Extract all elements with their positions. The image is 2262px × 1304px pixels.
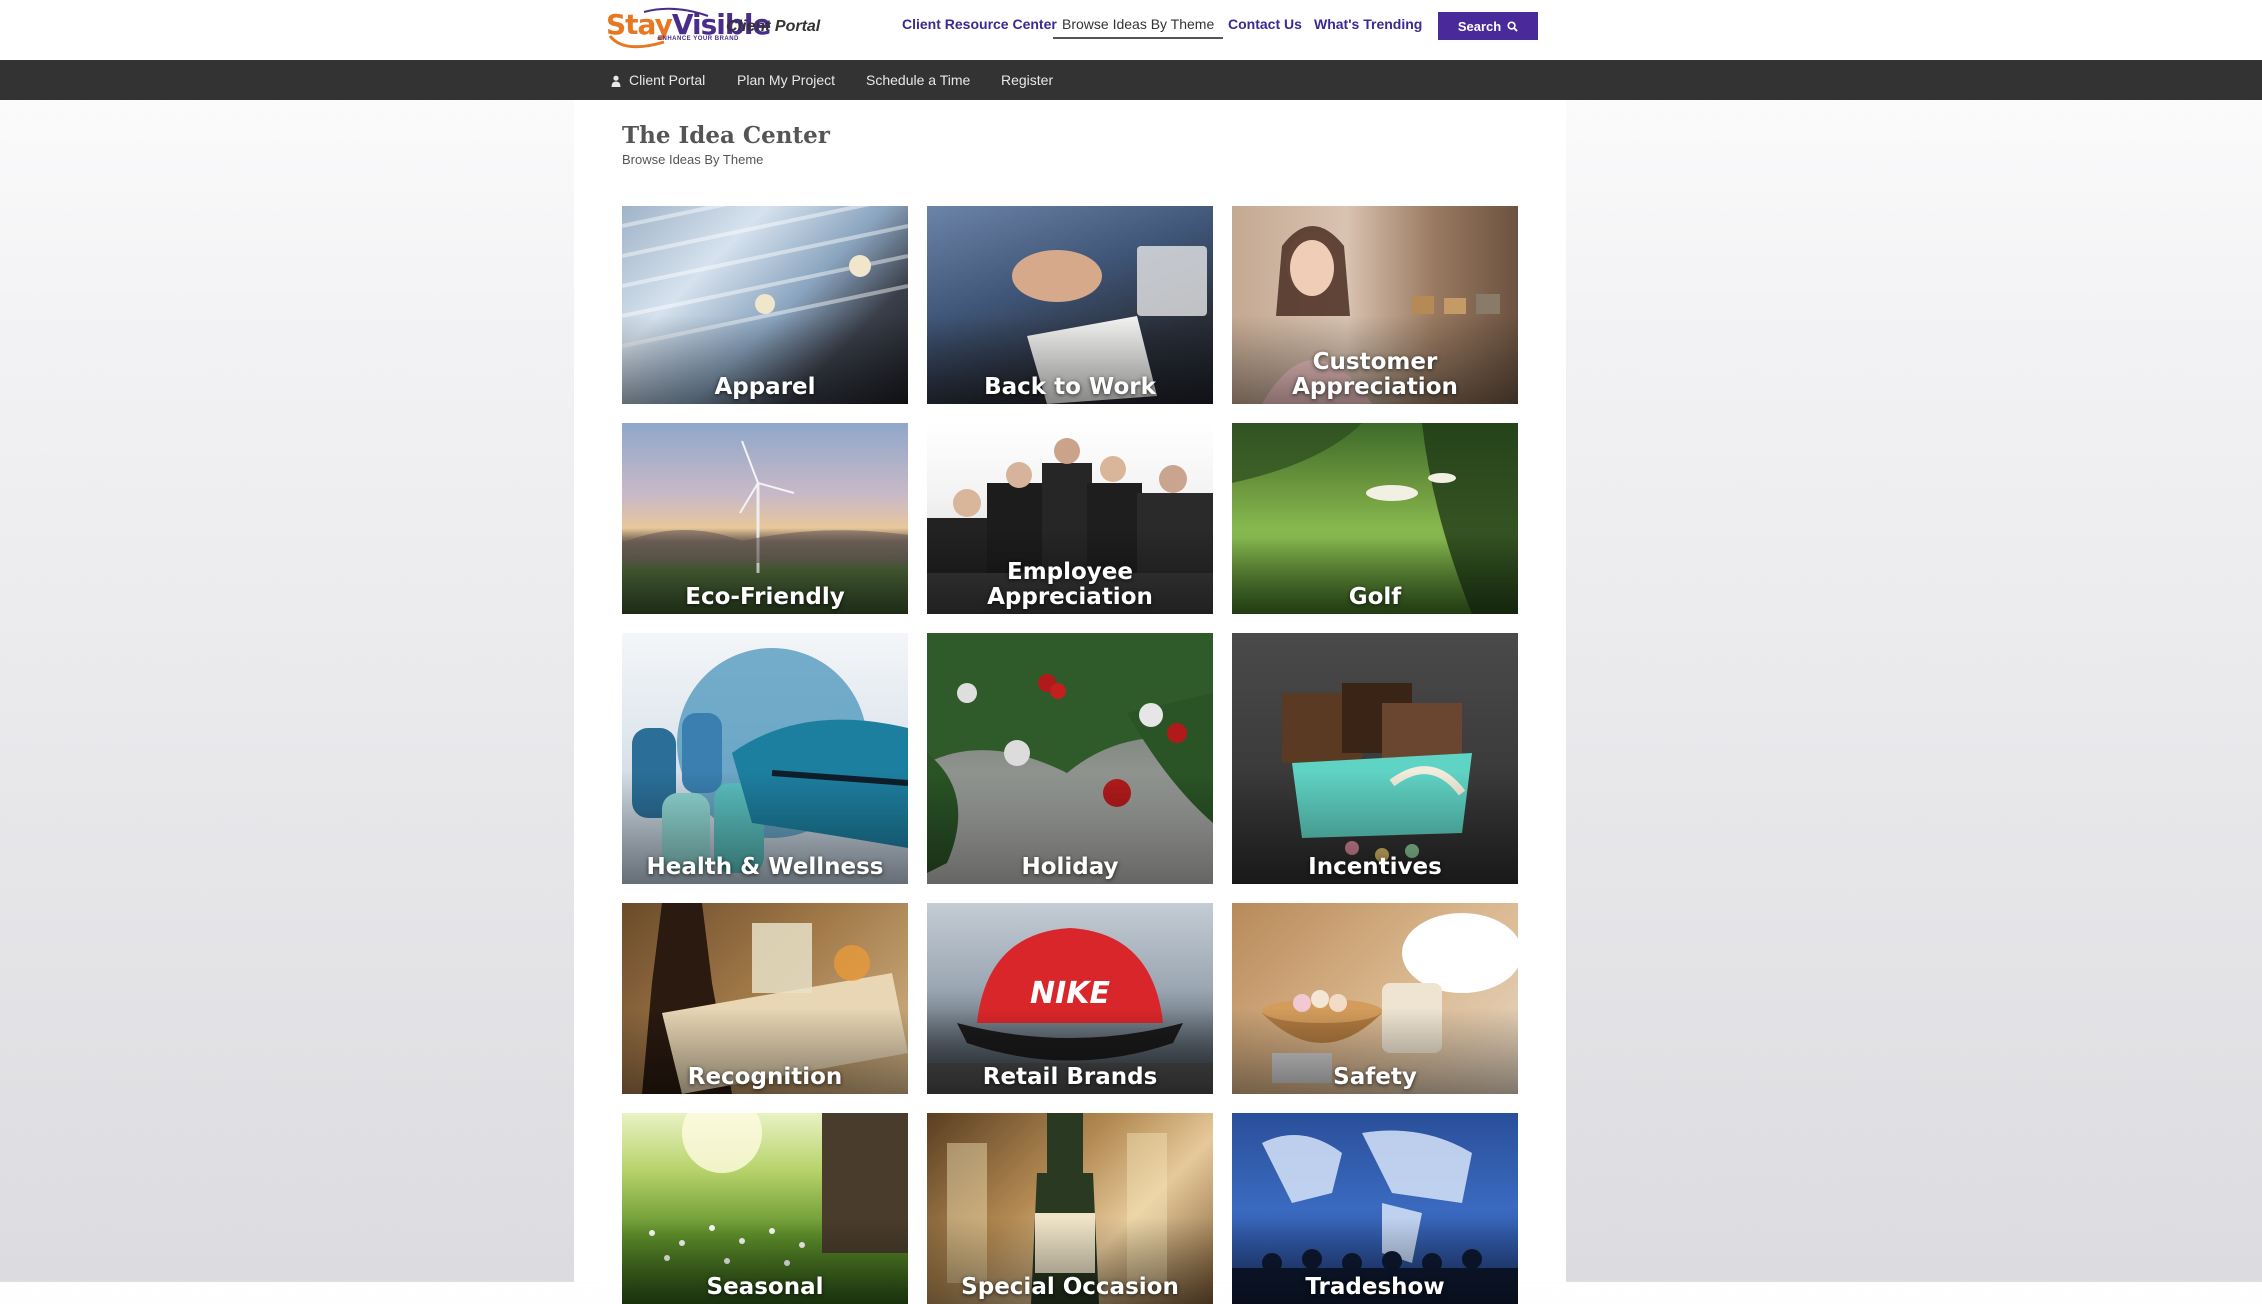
portal-label: Client Portal xyxy=(726,18,821,35)
svg-text:NIKE: NIKE xyxy=(1030,976,1111,1011)
theme-tile-eco-friendly[interactable]: Eco-Friendly xyxy=(622,423,908,614)
tile-label: Safety xyxy=(1232,1065,1518,1090)
tile-label: Apparel xyxy=(622,375,908,400)
subnav-plan-my-project[interactable]: Plan My Project xyxy=(737,72,835,88)
tile-label: Eco-Friendly xyxy=(622,585,908,610)
search-button[interactable]: Search xyxy=(1438,12,1538,40)
tile-label: Holiday xyxy=(927,855,1213,880)
tile-label-line1: Recognition xyxy=(687,1064,843,1090)
subnav-client-portal[interactable]: Client Portal xyxy=(629,72,705,88)
tile-label-line1: Employee xyxy=(1006,559,1134,585)
nav-client-resource-center[interactable]: Client Resource Center xyxy=(902,16,1057,32)
tile-label-line1: Back to Work xyxy=(984,374,1156,400)
tile-label-line1: Tradeshow xyxy=(1305,1274,1445,1300)
nav-whats-trending[interactable]: What's Trending xyxy=(1314,16,1422,32)
secondary-nav: Client Portal Plan My Project Schedule a… xyxy=(0,60,2262,100)
subnav-register[interactable]: Register xyxy=(1001,72,1053,88)
theme-tile-holiday[interactable]: Holiday xyxy=(927,633,1213,884)
tile-label-line1: Apparel xyxy=(714,374,816,400)
user-icon xyxy=(611,75,621,87)
tile-label-line1: Safety xyxy=(1333,1064,1417,1090)
tile-label: Customer Appreciation xyxy=(1232,350,1518,400)
tile-label-line1: Golf xyxy=(1348,584,1402,610)
search-button-label: Search xyxy=(1457,18,1502,34)
theme-tile-customer-appreciation[interactable]: Customer Appreciation xyxy=(1232,206,1518,404)
theme-tile-seasonal[interactable]: Seasonal xyxy=(622,1113,908,1304)
theme-tile-recognition[interactable]: Recognition xyxy=(622,903,908,1094)
theme-tile-health-wellness[interactable]: Health & Wellness xyxy=(622,633,908,884)
tile-label-line1: Eco-Friendly xyxy=(685,584,845,610)
theme-tile-tradeshow[interactable]: Tradeshow xyxy=(1232,1113,1518,1304)
tile-label-line1: Retail Brands xyxy=(982,1064,1158,1090)
nav-browse-ideas-by-theme[interactable]: Browse Ideas By Theme xyxy=(1053,16,1224,39)
search-icon xyxy=(1507,20,1518,32)
tile-label-line2: Appreciation xyxy=(1292,374,1458,400)
tile-label-line1: Incentives xyxy=(1308,854,1442,880)
theme-tile-special-occasion[interactable]: Special Occasion xyxy=(927,1113,1213,1304)
theme-tile-safety[interactable]: Safety xyxy=(1232,903,1518,1094)
tile-label: Tradeshow xyxy=(1232,1275,1518,1300)
tile-label: Back to Work xyxy=(927,375,1213,400)
stayvisible-logo[interactable]: StayVisible ENHANCE YOUR BRAND Client Po… xyxy=(604,6,844,49)
theme-tile-employee-appreciation[interactable]: Employee Appreciation xyxy=(927,423,1213,614)
theme-tile-back-to-work[interactable]: Back to Work xyxy=(927,206,1213,404)
page-title: The Idea Center xyxy=(622,122,830,149)
logo-tagline: ENHANCE YOUR BRAND xyxy=(658,36,739,42)
tile-label-line1: Seasonal xyxy=(706,1274,824,1300)
theme-tile-retail-brands[interactable]: NIKE Retail Brands xyxy=(927,903,1213,1094)
page-subtitle: Browse Ideas By Theme xyxy=(622,152,764,167)
tile-label: Health & Wellness xyxy=(622,855,908,880)
idea-center-panel: The Idea Center Browse Ideas By Theme Ap… xyxy=(574,100,1566,1304)
theme-tile-apparel[interactable]: Apparel xyxy=(622,206,908,404)
tile-label: Golf xyxy=(1232,585,1518,610)
theme-tile-incentives[interactable]: Incentives xyxy=(1232,633,1518,884)
tile-label: Incentives xyxy=(1232,855,1518,880)
tile-label: Recognition xyxy=(622,1065,908,1090)
tile-label: Seasonal xyxy=(622,1275,908,1300)
theme-tile-golf[interactable]: Golf xyxy=(1232,423,1518,614)
tile-label-line1: Holiday xyxy=(1021,854,1119,880)
top-header: StayVisible ENHANCE YOUR BRAND Client Po… xyxy=(0,0,2262,60)
tile-label: Retail Brands xyxy=(927,1065,1213,1090)
tile-label-line1: Health & Wellness xyxy=(646,854,884,880)
tile-label-line1: Customer xyxy=(1312,349,1438,375)
tile-label: Special Occasion xyxy=(927,1275,1213,1300)
subnav-schedule-a-time[interactable]: Schedule a Time xyxy=(866,72,970,88)
tile-label: Employee Appreciation xyxy=(927,560,1213,610)
tile-label-line1: Special Occasion xyxy=(961,1274,1179,1300)
tile-label-line2: Appreciation xyxy=(987,584,1153,610)
nav-contact-us[interactable]: Contact Us xyxy=(1228,16,1302,32)
